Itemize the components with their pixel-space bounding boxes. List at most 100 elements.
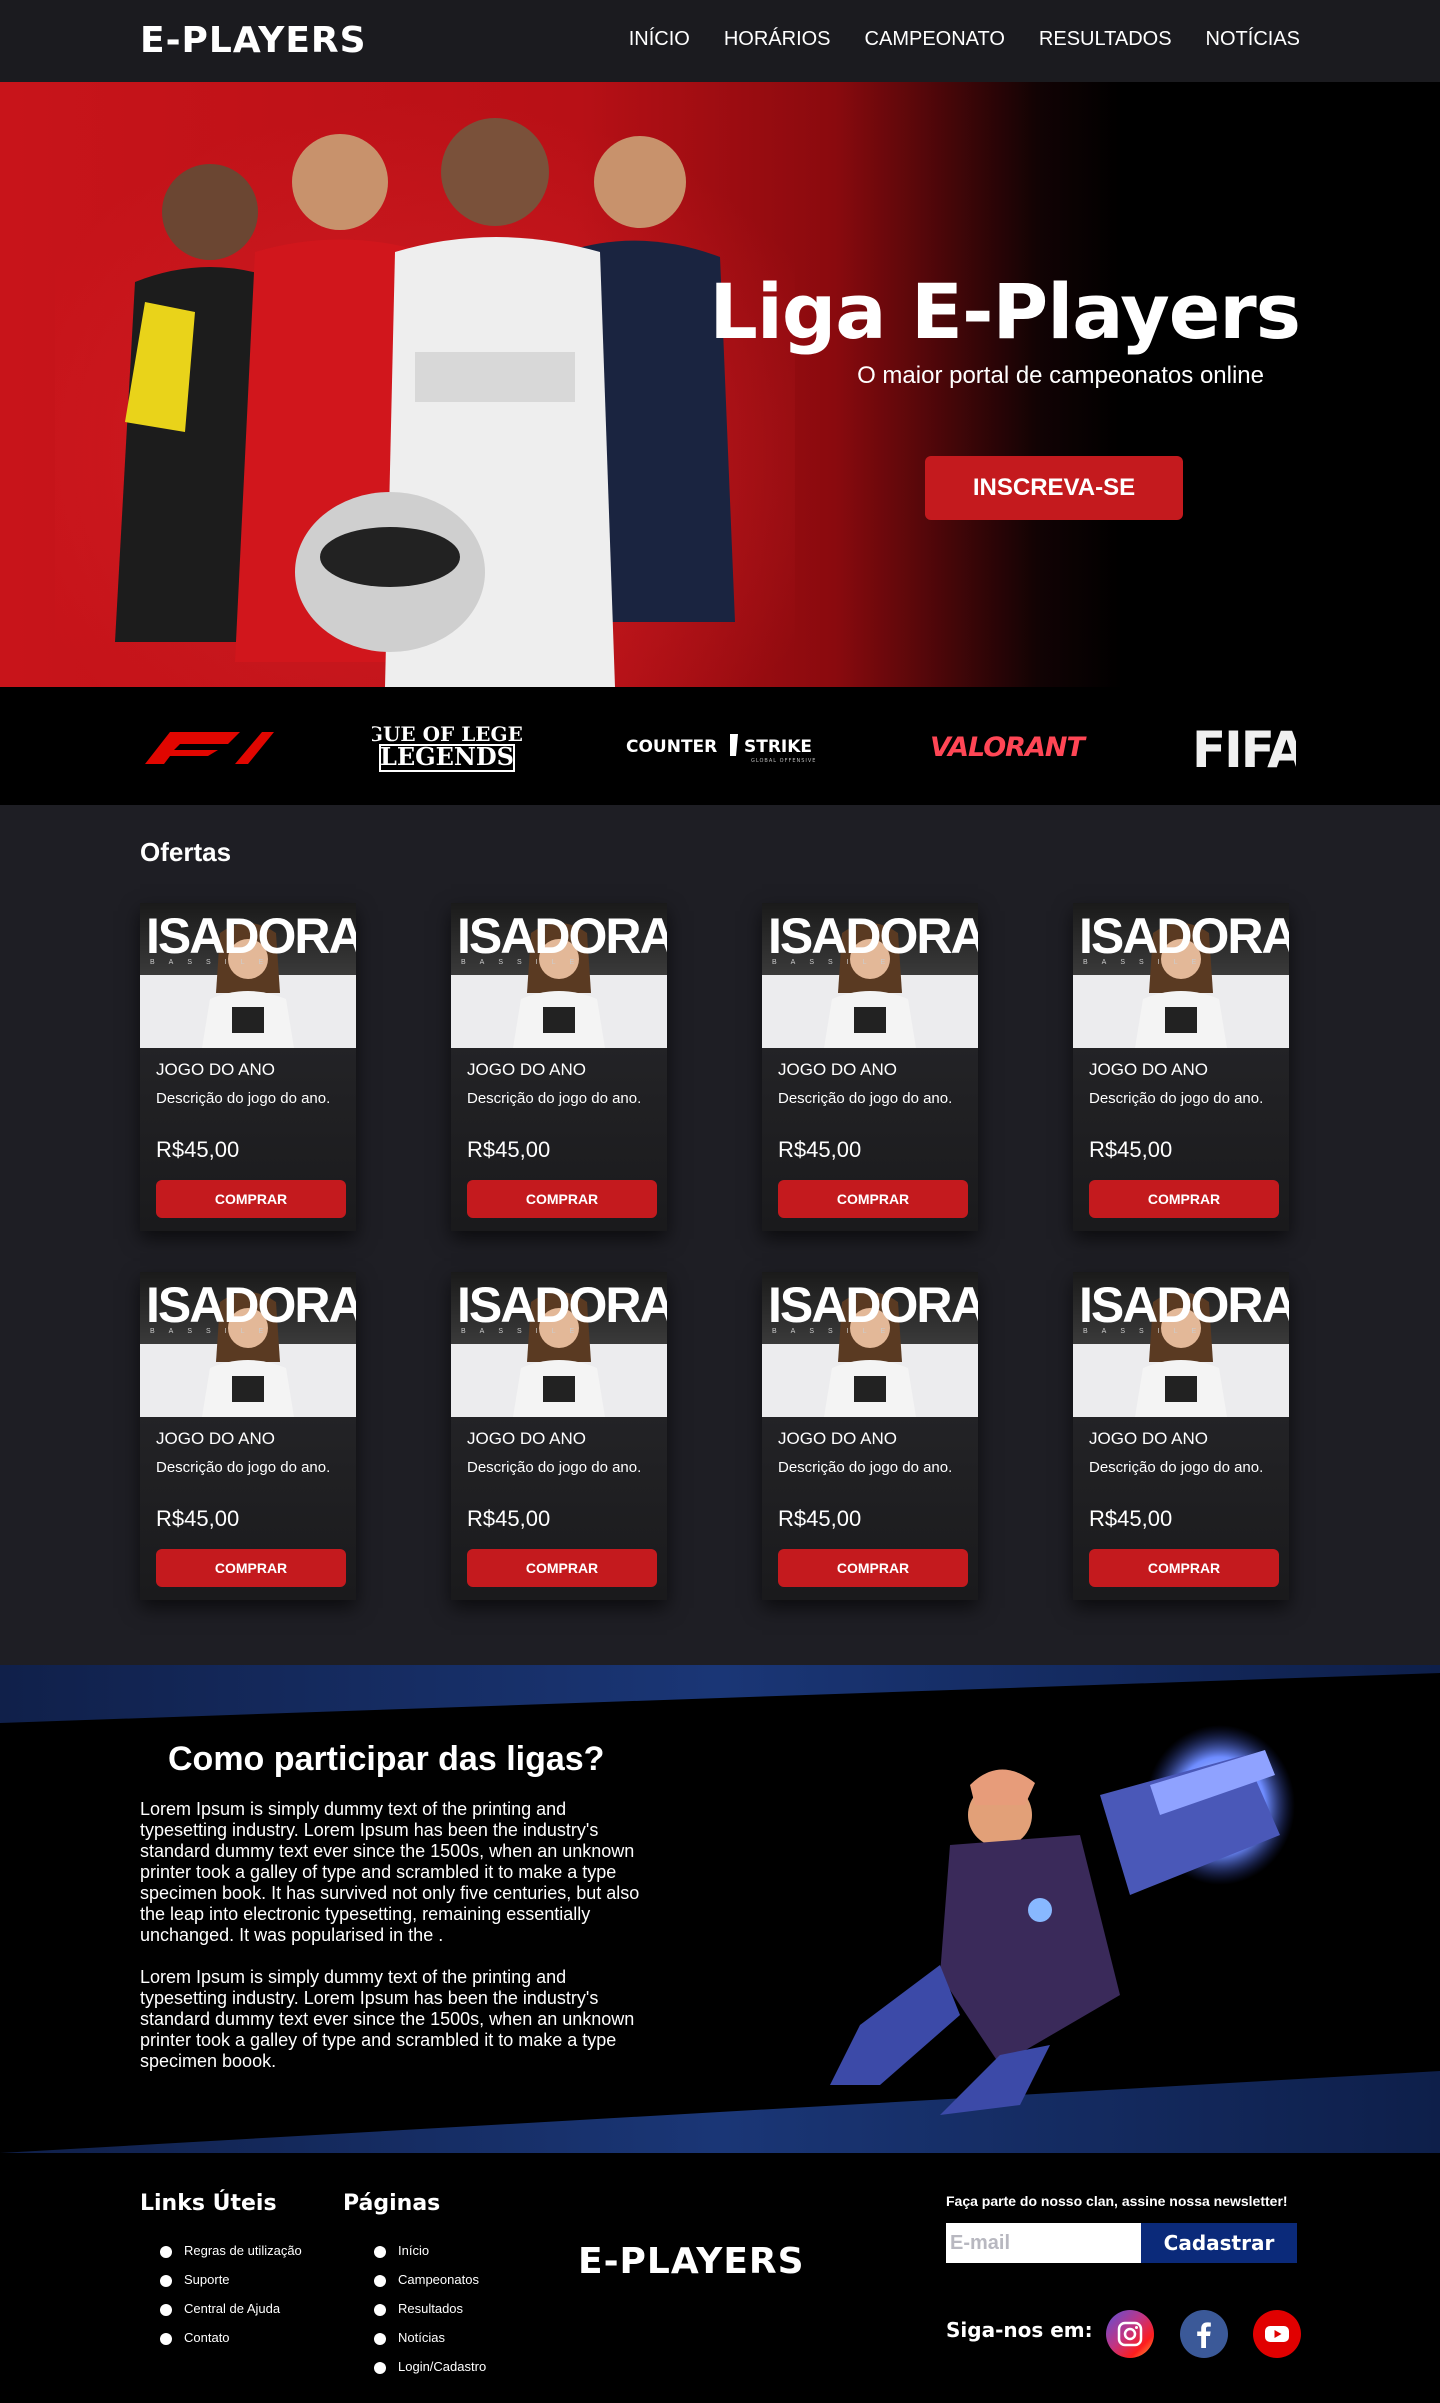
offer-card-image-subname: BASSILE xyxy=(772,1328,900,1335)
offer-card-image-name: ISADORA xyxy=(1079,908,1289,964)
buy-button[interactable]: COMPRAR xyxy=(156,1180,346,1218)
how-to-paragraph-1: Lorem Ipsum is simply dummy text of the … xyxy=(140,1799,640,1945)
nav-link-inicio[interactable]: INÍCIO xyxy=(629,28,690,51)
hero-subtitle: O maior portal de campeonatos online xyxy=(857,362,1264,389)
nav-link-resultados[interactable]: RESULTADOS xyxy=(1039,28,1172,51)
offer-card-image-name: ISADORA xyxy=(768,1277,978,1333)
useful-links-list: Regras de utilização Suporte Central de … xyxy=(160,2243,302,2359)
footer-page-login[interactable]: Login/Cadastro xyxy=(374,2359,486,2388)
offer-card-image-name: ISADORA xyxy=(457,1277,667,1333)
fifa-logo-icon[interactable]: FIFA xyxy=(1192,717,1296,775)
site-logo[interactable]: E-PLAYERS xyxy=(140,20,367,61)
offer-card-price: R$45,00 xyxy=(467,1137,551,1162)
footer-page-noticias[interactable]: Notícias xyxy=(374,2330,486,2359)
offer-card[interactable]: ISADORA BASSILE JOGO DO ANO Descrição do jo… xyxy=(1073,903,1289,1231)
offer-card-title: JOGO DO ANO xyxy=(1089,1060,1209,1079)
offer-card-image: ISADORA BASSILE xyxy=(762,903,978,1048)
how-to-text: Lorem Ipsum is simply dummy text of the … xyxy=(140,1799,650,2093)
footer-link-central-ajuda[interactable]: Central de Ajuda xyxy=(160,2301,302,2330)
offer-card-price: R$45,00 xyxy=(778,1137,862,1162)
footer-logo[interactable]: E-PLAYERS xyxy=(578,2241,805,2282)
offer-card-image: ISADORA BASSILE xyxy=(1073,903,1289,1048)
offer-card-price: R$45,00 xyxy=(778,1506,862,1531)
offer-card-image-name: ISADORA xyxy=(146,908,356,964)
follow-us-label: Siga-nos em: xyxy=(946,2318,1093,2342)
useful-links-title: Links Úteis xyxy=(140,2191,277,2216)
instagram-icon[interactable] xyxy=(1106,2310,1154,2358)
offer-card-description: Descrição do jogo do ano. xyxy=(467,1459,642,1476)
buy-button[interactable]: COMPRAR xyxy=(778,1180,968,1218)
offer-card-price: R$45,00 xyxy=(1089,1137,1173,1162)
offers-title: Ofertas xyxy=(140,837,232,867)
nav-link-noticias[interactable]: NOTÍCIAS xyxy=(1206,28,1300,51)
offer-card[interactable]: ISADORA BASSILE JOGO DO ANO Descrição do jo… xyxy=(762,903,978,1231)
offer-card-price: R$45,00 xyxy=(467,1506,551,1531)
svg-text:GLOBAL OFFENSIVE: GLOBAL OFFENSIVE xyxy=(751,758,816,764)
nav-link-campeonato[interactable]: CAMPEONATO xyxy=(865,28,1005,51)
newsletter-subscribe-button[interactable]: Cadastrar xyxy=(1141,2223,1297,2263)
offer-card-image-subname: BASSILE xyxy=(461,1328,589,1335)
offer-card[interactable]: ISADORA BASSILE JOGO DO ANO Descrição do jo… xyxy=(140,903,356,1231)
offer-card[interactable]: ISADORA BASSILE JOGO DO ANO Descrição do jo… xyxy=(451,1272,667,1600)
offer-card-description: Descrição do jogo do ano. xyxy=(778,1459,953,1476)
games-strip: LEAGUE OF LEGENDS LEGENDS COUNTER STRIKE… xyxy=(0,687,1440,805)
top-navbar: E-PLAYERS INÍCIO HORÁRIOS CAMPEONATO RES… xyxy=(0,0,1440,82)
svg-text:VALORANT: VALORANT xyxy=(930,732,1087,762)
facebook-icon[interactable] xyxy=(1180,2310,1228,2358)
nav-links: INÍCIO HORÁRIOS CAMPEONATO RESULTADOS NO… xyxy=(629,28,1300,51)
offer-card-description: Descrição do jogo do ano. xyxy=(156,1090,331,1107)
footer-link-suporte[interactable]: Suporte xyxy=(160,2272,302,2301)
pages-list: Início Campeonatos Resultados Notícias L… xyxy=(374,2243,486,2388)
valorant-logo-icon[interactable]: VALORANT xyxy=(930,717,1098,775)
offer-card-description: Descrição do jogo do ano. xyxy=(1089,1459,1264,1476)
offer-card-image-name: ISADORA xyxy=(768,908,978,964)
how-to-title: Como participar das ligas? xyxy=(168,1740,605,1778)
buy-button[interactable]: COMPRAR xyxy=(1089,1549,1279,1587)
offers-section: Ofertas ISADORA BASSILE JOGO DO ANO Descriç… xyxy=(0,805,1440,1665)
signup-button[interactable]: INSCREVA-SE xyxy=(925,456,1183,520)
newsletter-text: Faça parte do nosso clan, assine nossa n… xyxy=(946,2193,1288,2209)
offer-card-image-subname: BASSILE xyxy=(461,959,589,966)
offer-card-title: JOGO DO ANO xyxy=(156,1429,276,1448)
buy-button[interactable]: COMPRAR xyxy=(467,1549,657,1587)
pages-title: Páginas xyxy=(343,2191,441,2216)
offer-card-description: Descrição do jogo do ano. xyxy=(156,1459,331,1476)
buy-button[interactable]: COMPRAR xyxy=(778,1549,968,1587)
footer-page-inicio[interactable]: Início xyxy=(374,2243,486,2272)
buy-button[interactable]: COMPRAR xyxy=(156,1549,346,1587)
offer-card-image-name: ISADORA xyxy=(457,908,667,964)
footer-link-regras[interactable]: Regras de utilização xyxy=(160,2243,302,2272)
buy-button[interactable]: COMPRAR xyxy=(467,1180,657,1218)
offer-card-image: ISADORA BASSILE xyxy=(140,1272,356,1417)
offer-card-image: ISADORA BASSILE xyxy=(451,1272,667,1417)
newsletter-email-input[interactable] xyxy=(946,2223,1141,2263)
offer-card-image: ISADORA BASSILE xyxy=(1073,1272,1289,1417)
counter-strike-logo-icon[interactable]: COUNTER STRIKE GLOBAL OFFENSIVE xyxy=(626,717,826,775)
hero-drivers-image xyxy=(55,102,795,687)
offer-card-price: R$45,00 xyxy=(1089,1506,1173,1531)
offer-card-title: JOGO DO ANO xyxy=(1089,1429,1209,1448)
offer-card[interactable]: ISADORA BASSILE JOGO DO ANO Descrição do jo… xyxy=(762,1272,978,1600)
footer-page-campeonatos[interactable]: Campeonatos xyxy=(374,2272,486,2301)
footer-link-contato[interactable]: Contato xyxy=(160,2330,302,2359)
footer-page-resultados[interactable]: Resultados xyxy=(374,2301,486,2330)
offer-card-description: Descrição do jogo do ano. xyxy=(778,1090,953,1107)
hero-title: Liga E-Players xyxy=(709,267,1301,356)
offer-card-image-name: ISADORA xyxy=(1079,1277,1289,1333)
offer-card-image-subname: BASSILE xyxy=(1083,1328,1211,1335)
youtube-icon[interactable] xyxy=(1253,2310,1301,2358)
offer-card[interactable]: ISADORA BASSILE JOGO DO ANO Descrição do jo… xyxy=(1073,1272,1289,1600)
offer-card[interactable]: ISADORA BASSILE JOGO DO ANO Descrição do jo… xyxy=(451,903,667,1231)
offer-card-title: JOGO DO ANO xyxy=(778,1429,898,1448)
offer-card[interactable]: ISADORA BASSILE JOGO DO ANO Descrição do jo… xyxy=(140,1272,356,1600)
league-of-legends-logo-icon[interactable]: LEAGUE OF LEGENDS LEGENDS xyxy=(372,717,522,775)
nav-link-horarios[interactable]: HORÁRIOS xyxy=(724,28,831,51)
buy-button[interactable]: COMPRAR xyxy=(1089,1180,1279,1218)
offer-card-title: JOGO DO ANO xyxy=(467,1429,587,1448)
offer-card-image: ISADORA BASSILE xyxy=(140,903,356,1048)
offer-card-title: JOGO DO ANO xyxy=(156,1060,276,1079)
offer-card-price: R$45,00 xyxy=(156,1137,240,1162)
offer-card-image-name: ISADORA xyxy=(146,1277,356,1333)
offer-card-image-subname: BASSILE xyxy=(150,959,278,966)
f1-logo-icon[interactable] xyxy=(140,717,276,775)
